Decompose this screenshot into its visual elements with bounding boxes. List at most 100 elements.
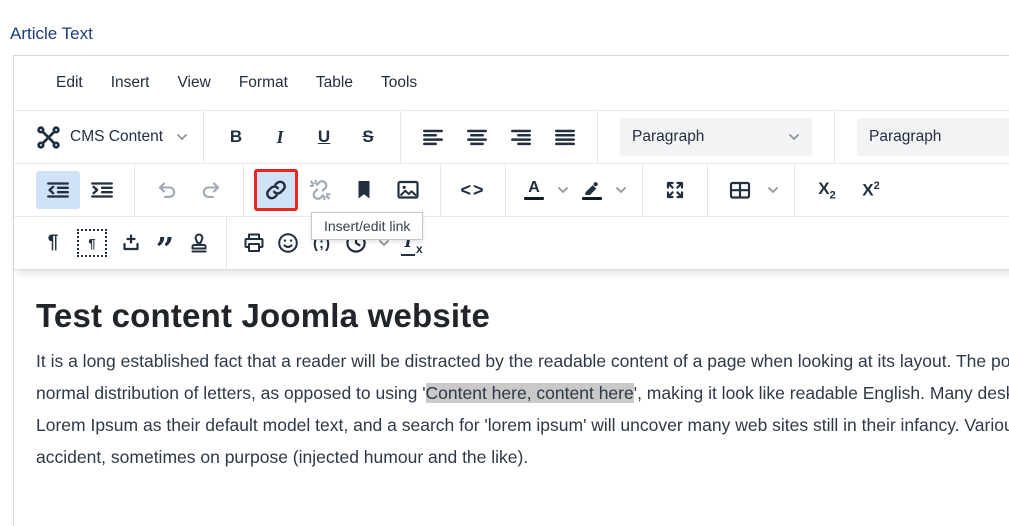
- subscript-icon: X2: [818, 179, 835, 201]
- editor-container: Edit Insert View Format Table Tools CMS …: [13, 55, 1009, 526]
- chevron-down-icon: [171, 118, 193, 156]
- editor-toolbar: CMS Content B I U S: [14, 110, 1009, 270]
- insert-edit-link-button[interactable]: [254, 169, 298, 211]
- cms-content-label: CMS Content: [70, 128, 163, 146]
- background-color-menu-chevron-icon[interactable]: [610, 171, 632, 209]
- align-right-icon: [511, 129, 531, 146]
- menu-view[interactable]: View: [163, 67, 224, 99]
- blockquote-icon: ”: [156, 244, 174, 254]
- bold-icon: B: [230, 127, 242, 147]
- read-more-icon: [121, 234, 141, 252]
- superscript-button[interactable]: X2: [849, 171, 893, 209]
- highlight-pen-icon: [582, 180, 602, 195]
- align-right-button[interactable]: [499, 118, 543, 156]
- paragraph-line: accident, sometimes on purpose (injected…: [36, 441, 1009, 473]
- paragraph-style-value: Paragraph: [869, 128, 941, 146]
- bookmark-icon: [352, 178, 376, 202]
- fullscreen-button[interactable]: [653, 171, 697, 209]
- table-button[interactable]: [718, 171, 762, 209]
- toolbar-row-3: ¶ ¶ ” (;): [14, 216, 1009, 269]
- underline-button[interactable]: U: [302, 118, 346, 156]
- underline-icon: U: [318, 127, 330, 147]
- menu-format[interactable]: Format: [225, 67, 302, 99]
- code-icon: <>: [460, 180, 485, 201]
- align-left-button[interactable]: [411, 118, 455, 156]
- indent-icon: [91, 182, 113, 198]
- table-icon: [728, 179, 752, 202]
- strikethrough-icon: S: [362, 127, 373, 147]
- undo-icon: [157, 182, 177, 199]
- paragraph-style-select[interactable]: Paragraph: [857, 118, 1009, 156]
- toolbar-separator: [707, 164, 708, 216]
- italic-icon: I: [277, 127, 284, 148]
- remove-link-button[interactable]: [298, 171, 342, 209]
- strikethrough-button[interactable]: S: [346, 118, 390, 156]
- stamp-icon: [187, 231, 211, 255]
- indent-button[interactable]: [80, 171, 124, 209]
- outdent-button[interactable]: [36, 171, 80, 209]
- align-center-button[interactable]: [455, 118, 499, 156]
- paragraph-format-value: Paragraph: [632, 128, 704, 146]
- table-menu-chevron-icon[interactable]: [762, 171, 784, 209]
- pilcrow-icon: ¶: [48, 232, 59, 254]
- subscript-button[interactable]: X2: [805, 171, 849, 209]
- link-icon: [264, 178, 288, 202]
- source-code-button[interactable]: <>: [451, 171, 495, 209]
- stamp-button[interactable]: [182, 224, 216, 262]
- undo-button[interactable]: [145, 171, 189, 209]
- smiley-icon: [276, 231, 300, 255]
- read-more-button[interactable]: [114, 224, 148, 262]
- menu-insert[interactable]: Insert: [97, 67, 164, 99]
- toolbar-separator: [226, 217, 227, 269]
- toolbar-separator: [400, 111, 401, 163]
- joomla-logo-icon: [36, 125, 61, 150]
- paragraph-line: normal distribution of letters, as oppos…: [36, 377, 1009, 409]
- print-button[interactable]: [237, 224, 271, 262]
- text-color-menu-chevron-icon[interactable]: [552, 171, 574, 209]
- align-left-icon: [423, 129, 443, 146]
- anchor-bookmark-button[interactable]: [342, 171, 386, 209]
- paragraph-format-select[interactable]: Paragraph: [620, 118, 812, 156]
- tooltip-insert-edit-link: Insert/edit link: [311, 212, 423, 240]
- pilcrow-box-icon: ¶: [77, 229, 107, 257]
- blockquote-button[interactable]: ”: [148, 224, 182, 262]
- text-color-swatch: [524, 197, 544, 201]
- align-justify-button[interactable]: [543, 118, 587, 156]
- align-justify-icon: [555, 129, 575, 146]
- redo-button[interactable]: [189, 171, 233, 209]
- italic-button[interactable]: I: [258, 118, 302, 156]
- toolbar-separator: [834, 111, 835, 163]
- emoticons-button[interactable]: [271, 224, 305, 262]
- cms-content-button[interactable]: CMS Content: [36, 118, 193, 156]
- toolbar-separator: [505, 164, 506, 216]
- fullscreen-icon: [664, 179, 686, 201]
- toolbar-row-2: <> A: [14, 163, 1009, 216]
- paragraph-line: Lorem Ipsum as their default model text,…: [36, 409, 1009, 441]
- text-color-button[interactable]: A: [516, 171, 552, 209]
- insert-image-button[interactable]: [386, 171, 430, 209]
- paragraph-line: It is a long established fact that a rea…: [36, 345, 1009, 377]
- printer-icon: [242, 231, 266, 255]
- toolbar-row-1: CMS Content B I U S: [14, 110, 1009, 163]
- menu-edit[interactable]: Edit: [42, 67, 97, 99]
- menu-tools[interactable]: Tools: [367, 67, 431, 99]
- editor-content-area[interactable]: Test content Joomla website It is a long…: [14, 297, 1009, 473]
- selected-text: Content here, content here: [426, 383, 634, 403]
- toolbar-separator: [642, 164, 643, 216]
- toolbar-separator: [134, 164, 135, 216]
- show-blocks-button[interactable]: ¶: [70, 224, 114, 262]
- unlink-icon: [308, 178, 332, 202]
- toolbar-separator: [597, 111, 598, 163]
- redo-icon: [201, 182, 221, 199]
- toolbar-separator: [243, 164, 244, 216]
- bold-button[interactable]: B: [214, 118, 258, 156]
- align-center-icon: [467, 129, 487, 146]
- chevron-down-icon: [788, 133, 800, 141]
- toolbar-separator: [203, 111, 204, 163]
- show-invisible-characters-button[interactable]: ¶: [36, 224, 70, 262]
- text-color-icon: A: [528, 180, 540, 195]
- background-color-button[interactable]: [574, 171, 610, 209]
- editor-menubar: Edit Insert View Format Table Tools: [14, 56, 1009, 110]
- image-icon: [396, 178, 420, 202]
- menu-table[interactable]: Table: [302, 67, 367, 99]
